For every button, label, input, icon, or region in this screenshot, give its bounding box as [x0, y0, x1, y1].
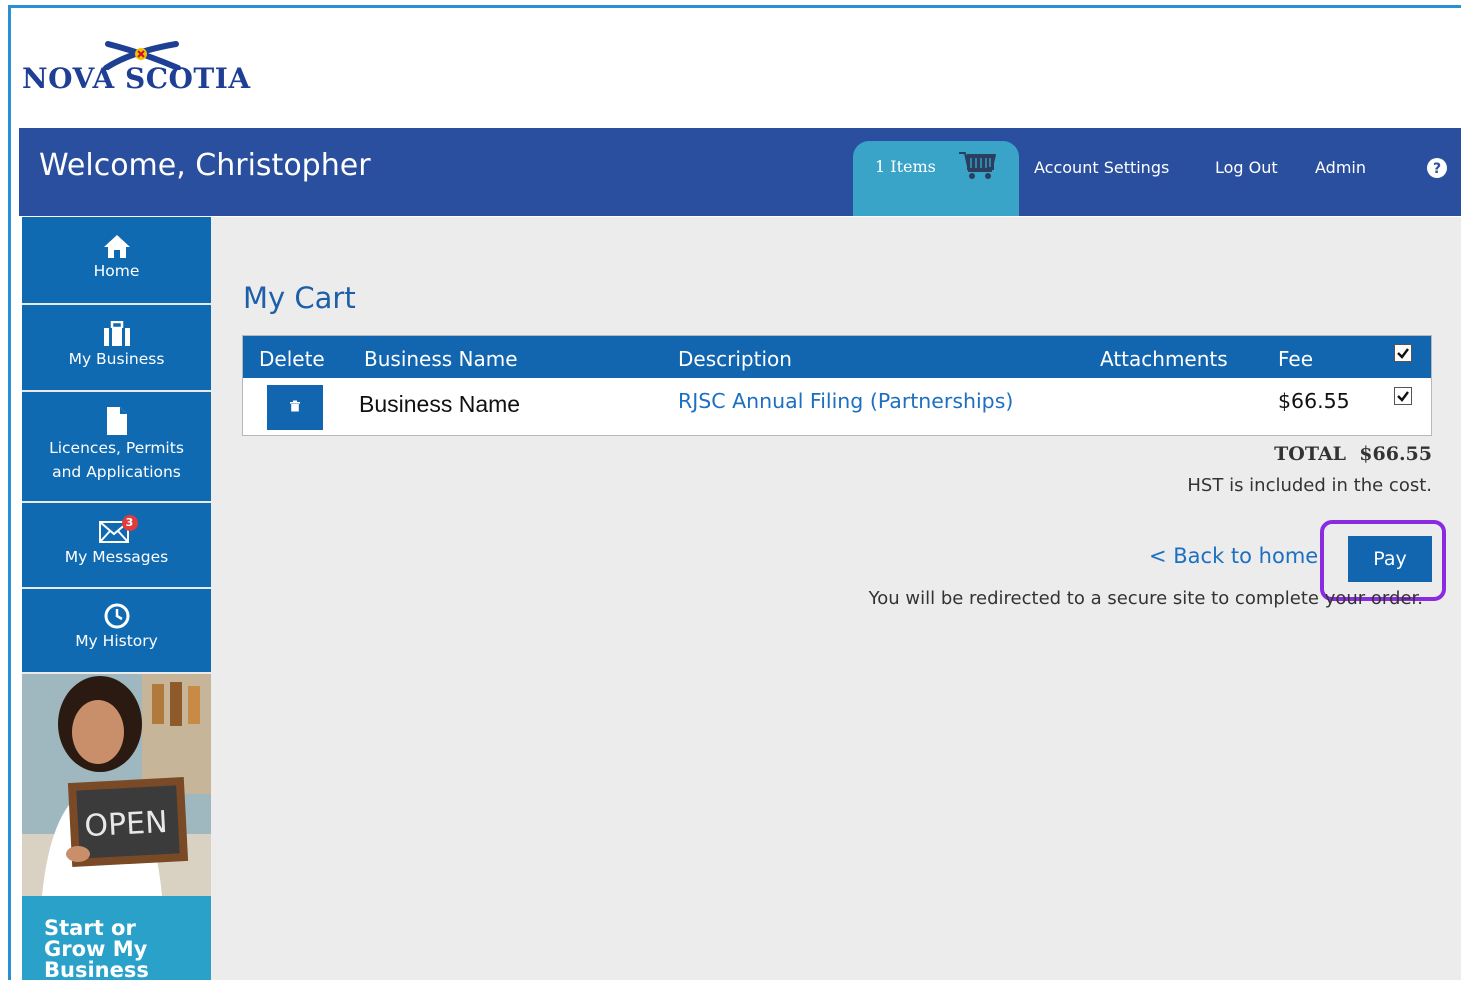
svg-text:?: ?	[1433, 161, 1441, 177]
sidebar-item-label: My History	[75, 632, 158, 650]
message-count-badge: 3	[121, 515, 138, 531]
nova-scotia-logo[interactable]: NOVA SCOTIA	[22, 38, 262, 108]
logo-wordmark: NOVA SCOTIA	[22, 62, 251, 95]
row-select-checkbox[interactable]	[1394, 387, 1412, 405]
column-header-description: Description	[678, 347, 792, 371]
header-bar: Welcome, Christopher 1 Items Account Set…	[19, 128, 1461, 216]
hst-note: HST is included in the cost.	[1187, 475, 1432, 496]
briefcase-icon	[103, 321, 130, 346]
checkmark-icon	[1397, 391, 1409, 402]
sidebar-item-label: My Messages	[64, 548, 169, 566]
sidebar-nav: Home My Business Licences, Permits and A…	[22, 217, 211, 981]
row-fee: $66.55	[1278, 389, 1350, 413]
redirect-note: You will be redirected to a secure site …	[868, 588, 1423, 609]
sidebar-item-label: My Business	[68, 350, 165, 368]
checkmark-icon	[1397, 348, 1409, 359]
promo-photo[interactable]: OPEN	[22, 674, 211, 896]
shop-owner-image: OPEN	[22, 674, 211, 896]
cart-tab[interactable]: 1 Items	[853, 141, 1019, 216]
total-label: TOTAL	[1274, 443, 1347, 465]
open-sign-text: OPEN	[84, 805, 169, 844]
home-icon	[103, 235, 130, 258]
cart-total: TOTAL $66.55	[1274, 443, 1432, 465]
cart-table: Delete Business Name Description Attachm…	[242, 335, 1432, 436]
column-header-fee: Fee	[1278, 347, 1314, 371]
back-to-home-link[interactable]: < Back to home	[1149, 544, 1318, 568]
sidebar-item-label-line2: and Applications	[52, 463, 181, 481]
page-title: My Cart	[243, 281, 356, 315]
trash-icon	[290, 400, 300, 412]
column-header-business-name: Business Name	[364, 347, 518, 371]
promo-label-line3: Business	[44, 958, 149, 982]
sidebar-item-my-business[interactable]: My Business	[22, 305, 211, 392]
column-header-delete: Delete	[259, 347, 325, 371]
sidebar-item-my-messages[interactable]: 3 My Messages	[22, 503, 211, 589]
select-all-checkbox[interactable]	[1394, 344, 1412, 362]
promo-label: Start or Grow My Business	[44, 918, 204, 981]
clock-icon	[104, 603, 129, 629]
sidebar-item-my-history[interactable]: My History	[22, 589, 211, 674]
total-value: $66.55	[1359, 443, 1432, 465]
column-header-attachments: Attachments	[1100, 347, 1228, 371]
sidebar-item-label: Home	[93, 262, 140, 280]
admin-link[interactable]: Admin	[1315, 158, 1366, 177]
sidebar-item-licences[interactable]: Licences, Permits and Applications	[22, 392, 211, 503]
delete-item-button[interactable]	[267, 385, 323, 430]
welcome-message: Welcome, Christopher	[39, 148, 371, 183]
sidebar-item-home[interactable]: Home	[22, 217, 211, 305]
cart-item-count: 1 Items	[875, 157, 936, 176]
row-business-name: Business Name	[359, 391, 521, 417]
account-settings-link[interactable]: Account Settings	[1034, 158, 1169, 177]
question-circle-icon[interactable]: ?	[1427, 158, 1447, 178]
main-content: My Cart Delete Business Name Description…	[211, 217, 1461, 980]
log-out-link[interactable]: Log Out	[1215, 158, 1278, 177]
table-header: Delete Business Name Description Attachm…	[243, 336, 1431, 378]
sidebar-item-label-line1: Licences, Permits	[49, 439, 184, 457]
start-grow-business-banner[interactable]: Start or Grow My Business	[22, 896, 211, 981]
shopping-cart-icon	[959, 152, 996, 179]
row-description-link[interactable]: RJSC Annual Filing (Partnerships)	[678, 389, 1013, 413]
document-icon	[106, 407, 127, 435]
